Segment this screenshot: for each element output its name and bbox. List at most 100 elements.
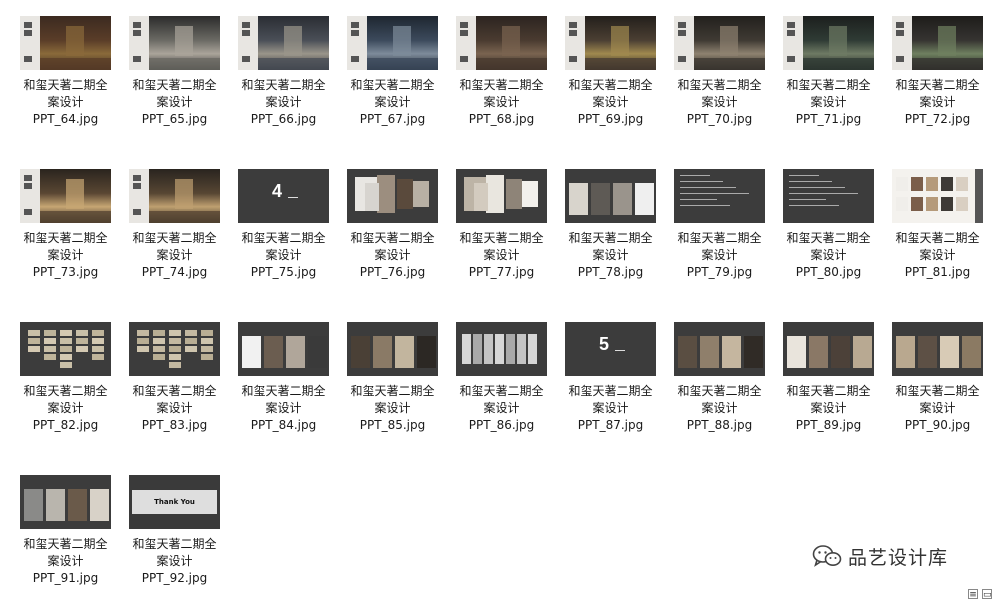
thumb-photo — [831, 336, 850, 368]
thumb-tile — [201, 330, 213, 336]
thumb-tile — [169, 362, 181, 368]
file-name-ext: PPT_91.jpg — [32, 571, 99, 585]
file-label: 和玺天著二期全 案设计 PPT_77.jpg — [447, 230, 556, 281]
file-item[interactable]: 和玺天著二期全 案设计 PPT_74.jpg — [120, 153, 229, 303]
file-name-line: 和玺天著二期全 — [132, 231, 217, 245]
file-item[interactable]: 和玺天著二期全 案设计 PPT_84.jpg — [229, 306, 338, 456]
thumb-text-line — [789, 181, 832, 182]
thumb-photo — [308, 336, 327, 368]
file-item[interactable]: 和玺天著二期全 案设计 PPT_78.jpg — [556, 153, 665, 303]
thumb-mark — [24, 30, 32, 36]
file-name-line: 案设计 — [156, 401, 193, 415]
file-item[interactable]: 和玺天著二期全 案设计 PPT_79.jpg — [665, 153, 774, 303]
file-item[interactable]: 和玺天著二期全 案设计 PPT_67.jpg — [338, 0, 447, 150]
file-name-line: 案设计 — [47, 554, 84, 568]
thumb-product — [941, 197, 953, 211]
thumb-photo — [700, 336, 719, 368]
thumb-photo — [569, 183, 588, 215]
thumb-mark — [24, 22, 32, 28]
file-item[interactable]: 和玺天著二期全 案设计 PPT_65.jpg — [120, 0, 229, 150]
details-view-icon[interactable]: ≡ — [968, 589, 978, 600]
file-thumbnail: 5 — [565, 322, 656, 376]
thumb-tile — [201, 346, 213, 352]
file-item[interactable]: 和玺天著二期全 案设计 PPT_80.jpg — [774, 153, 883, 303]
thumb-swatch — [474, 183, 488, 211]
file-thumbnail — [674, 169, 765, 223]
file-item[interactable]: 和玺天著二期全 案设计 PPT_88.jpg — [665, 306, 774, 456]
file-name-line: 和玺天著二期全 — [23, 78, 108, 92]
thumb-mark — [896, 56, 904, 62]
thumb-scene — [476, 16, 547, 70]
file-item[interactable]: 和玺天著二期全 案设计 PPT_91.jpg — [11, 459, 120, 609]
file-name-line: 和玺天著二期全 — [132, 384, 217, 398]
thumb-mark — [242, 22, 250, 28]
thumb-photo — [373, 336, 392, 368]
file-item[interactable]: 和玺天著二期全 案设计 PPT_81.jpg — [883, 153, 992, 303]
file-thumbnail — [456, 169, 547, 223]
thumb-tile — [153, 330, 165, 336]
file-label: 和玺天著二期全 案设计 PPT_75.jpg — [229, 230, 338, 281]
file-name-line: 案设计 — [919, 95, 956, 109]
thumb-photo — [896, 336, 915, 368]
thumb-panel — [484, 334, 493, 364]
thumb-tile — [137, 338, 149, 344]
thumb-mark — [351, 56, 359, 62]
file-item[interactable]: 和玺天著二期全 案设计 PPT_68.jpg — [447, 0, 556, 150]
thumb-tile — [92, 354, 104, 360]
thumb-product — [896, 177, 908, 191]
file-name-ext: PPT_64.jpg — [32, 112, 99, 126]
file-label: 和玺天著二期全 案设计 PPT_85.jpg — [338, 383, 447, 434]
file-name-line: 和玺天著二期全 — [677, 384, 762, 398]
file-thumbnail — [565, 16, 656, 70]
file-thumbnail — [238, 16, 329, 70]
file-item[interactable]: 和玺天著二期全 案设计 PPT_86.jpg — [447, 306, 556, 456]
thumb-scene-center — [938, 26, 956, 56]
thumb-tile — [76, 338, 88, 344]
file-item[interactable]: 和玺天著二期全 案设计 PPT_83.jpg — [120, 306, 229, 456]
thumb-rule — [288, 197, 298, 198]
file-item[interactable]: 和玺天著二期全 案设计 PPT_89.jpg — [774, 306, 883, 456]
file-item[interactable]: 和玺天著二期全 案设计 PPT_69.jpg — [556, 0, 665, 150]
file-item[interactable]: 和玺天著二期全 案设计 PPT_76.jpg — [338, 153, 447, 303]
file-item[interactable]: 5 和玺天著二期全 案设计 PPT_87.jpg — [556, 306, 665, 456]
file-name-ext: PPT_84.jpg — [250, 418, 317, 432]
thumb-scene-floor — [40, 211, 111, 223]
thumb-tile — [153, 354, 165, 360]
file-label: 和玺天著二期全 案设计 PPT_74.jpg — [120, 230, 229, 281]
file-item[interactable]: 和玺天著二期全 案设计 PPT_71.jpg — [774, 0, 883, 150]
file-item[interactable]: 和玺天著二期全 案设计 PPT_70.jpg — [665, 0, 774, 150]
file-name-line: 和玺天著二期全 — [23, 537, 108, 551]
file-item[interactable]: 和玺天著二期全 案设计 PPT_66.jpg — [229, 0, 338, 150]
file-item[interactable]: 和玺天著二期全 案设计 PPT_82.jpg — [11, 306, 120, 456]
large-icons-view-icon[interactable]: ▭ — [982, 589, 992, 600]
file-name-ext: PPT_79.jpg — [686, 265, 753, 279]
file-item[interactable]: 和玺天著二期全 案设计 PPT_90.jpg — [883, 306, 992, 456]
thumb-product — [941, 177, 953, 191]
thumb-tile — [185, 330, 197, 336]
thumb-photo — [242, 336, 261, 368]
file-item[interactable]: 和玺天著二期全 案设计 PPT_85.jpg — [338, 306, 447, 456]
thumb-tile — [185, 338, 197, 344]
thumb-photo — [722, 336, 741, 368]
file-item[interactable]: 和玺天著二期全 案设计 PPT_64.jpg — [11, 0, 120, 150]
file-item[interactable]: 和玺天著二期全 案设计 PPT_73.jpg — [11, 153, 120, 303]
thumb-mark — [133, 30, 141, 36]
file-thumbnail — [783, 322, 874, 376]
file-name-ext: PPT_66.jpg — [250, 112, 317, 126]
thumb-text-line — [680, 175, 710, 176]
file-item[interactable]: 4 和玺天著二期全 案设计 PPT_75.jpg — [229, 153, 338, 303]
file-name-line: 案设计 — [374, 401, 411, 415]
thumb-scene-center — [393, 26, 411, 56]
file-thumbnail: Thank You — [129, 475, 220, 529]
file-name-line: 和玺天著二期全 — [568, 78, 653, 92]
thumb-scene — [149, 16, 220, 70]
file-item[interactable]: 和玺天著二期全 案设计 PPT_77.jpg — [447, 153, 556, 303]
file-thumbnail — [238, 322, 329, 376]
thumb-swatch — [522, 181, 538, 207]
file-name-line: 案设计 — [701, 248, 738, 262]
file-name-line: 和玺天著二期全 — [241, 384, 326, 398]
file-item[interactable]: 和玺天著二期全 案设计 PPT_72.jpg — [883, 0, 992, 150]
thumb-mark — [678, 30, 686, 36]
file-item[interactable]: Thank You 和玺天著二期全 案设计 PPT_92.jpg — [120, 459, 229, 609]
thumb-tile — [60, 338, 72, 344]
